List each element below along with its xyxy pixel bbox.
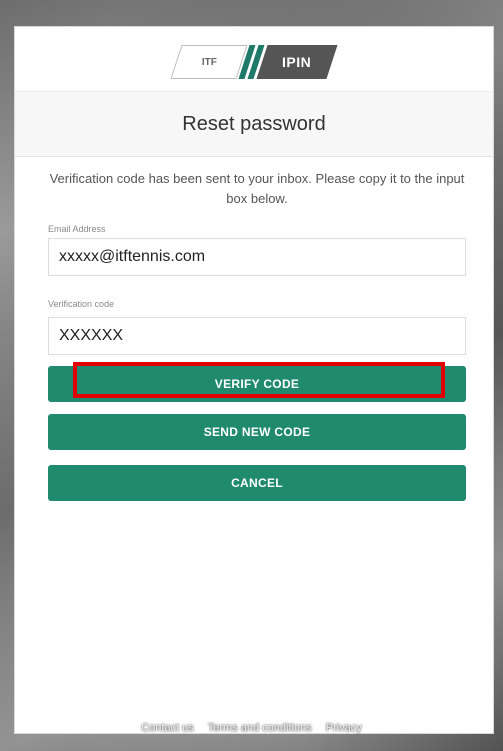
title-band: Reset password	[15, 91, 493, 157]
ipin-logo: IPIN	[256, 45, 338, 79]
reset-password-card: ITF IPIN Reset password Verification cod…	[14, 26, 494, 734]
verify-code-button[interactable]: VERIFY CODE	[48, 366, 466, 402]
verification-code-field[interactable]	[48, 317, 466, 355]
cancel-button[interactable]: CANCEL	[48, 465, 466, 501]
terms-link[interactable]: Terms and conditions	[208, 722, 312, 742]
page-title: Reset password	[182, 112, 326, 135]
send-new-code-button[interactable]: SEND NEW CODE	[48, 414, 466, 450]
email-label: Email Address	[48, 224, 106, 234]
logo: ITF IPIN	[15, 45, 493, 79]
email-field[interactable]	[48, 238, 466, 276]
contact-us-link[interactable]: Contact us	[141, 722, 194, 742]
itf-logo: ITF	[170, 45, 248, 79]
footer: Contact us Terms and conditions Privacy	[0, 722, 503, 742]
info-message: Verification code has been sent to your …	[49, 171, 465, 206]
verification-code-label: Verification code	[48, 299, 115, 309]
privacy-link[interactable]: Privacy	[326, 722, 362, 742]
